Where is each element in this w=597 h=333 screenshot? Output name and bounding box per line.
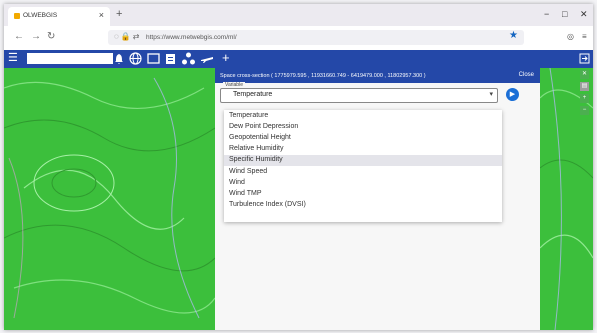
zoom-in-icon[interactable]: +	[580, 94, 589, 103]
logout-icon[interactable]	[579, 53, 590, 64]
app-toolbar: ☰ +	[4, 50, 593, 68]
map-close-icon[interactable]: ✕	[580, 70, 589, 79]
plus-icon[interactable]: +	[222, 50, 230, 65]
navigation-bar: ← → ↻ ◌🔒⇄ https://www.metwebgis.com/ml/ …	[4, 26, 593, 51]
variable-select-value: Temperature	[233, 91, 273, 98]
dropdown-option[interactable]: Wind TMP	[224, 188, 502, 199]
address-bar[interactable]: ◌🔒⇄ https://www.metwebgis.com/ml/ ★	[108, 30, 524, 45]
shield-lock-icon: ◌🔒⇄	[114, 32, 142, 41]
plane-icon[interactable]	[200, 53, 214, 64]
tab-title: OLWEBGIS	[23, 12, 58, 19]
tab-bar: OLWEBGIS × + − □ ✕	[4, 4, 593, 26]
app-menu-icon[interactable]: ≡	[582, 32, 587, 41]
play-button[interactable]: ▶	[506, 88, 519, 101]
panel-header: Space cross-section ( 1775979.595 , 1193…	[215, 68, 540, 83]
browser-tab[interactable]: OLWEBGIS ×	[8, 7, 110, 26]
dropdown-option[interactable]: Geopotential Height	[224, 132, 502, 143]
folder-icon[interactable]	[147, 53, 160, 64]
dropdown-option[interactable]: Turbulence Index (DVSI)	[224, 200, 502, 211]
variable-dropdown-list: Temperature Dew Point Depression Geopote…	[224, 110, 502, 222]
variable-select-label: Variable	[223, 82, 245, 88]
dropdown-option[interactable]: Dew Point Depression	[224, 121, 502, 132]
nodes-icon[interactable]	[182, 52, 195, 65]
reload-icon[interactable]: ↻	[47, 31, 55, 42]
pocket-icon[interactable]: ◎	[567, 32, 574, 41]
address-url: https://www.metwebgis.com/ml/	[146, 34, 237, 41]
dropdown-option[interactable]: Wind	[224, 177, 502, 188]
map-layers-icon[interactable]: ▤	[580, 82, 589, 91]
search-input[interactable]	[27, 53, 113, 64]
browser-window: OLWEBGIS × + − □ ✕ ← → ↻ ◌🔒⇄ https://www…	[4, 4, 593, 330]
favicon-icon	[14, 13, 20, 19]
panel-close-button[interactable]: Close	[519, 72, 534, 78]
dropdown-option[interactable]: Relative Humidity	[224, 144, 502, 155]
dropdown-option-highlighted[interactable]: Specific Humidity	[224, 154, 502, 166]
bell-icon[interactable]	[114, 53, 124, 65]
minimize-button[interactable]: −	[544, 9, 549, 19]
zoom-out-icon[interactable]: −	[580, 106, 589, 115]
dropdown-option[interactable]: Temperature	[224, 110, 502, 121]
window-close-button[interactable]: ✕	[580, 9, 588, 20]
variable-select[interactable]: Variable Temperature ▾	[220, 82, 498, 103]
chevron-down-icon: ▾	[489, 91, 493, 98]
new-tab-button[interactable]: +	[116, 8, 122, 20]
bookmark-star-icon[interactable]: ★	[509, 30, 518, 41]
back-icon[interactable]: ←	[14, 31, 24, 42]
panel-title: Space cross-section ( 1775979.595 , 1193…	[220, 73, 426, 79]
globe-icon[interactable]	[129, 52, 142, 65]
clipboard-icon[interactable]	[165, 52, 176, 65]
wind-map-left[interactable]	[4, 68, 215, 330]
tab-close-button[interactable]: ×	[99, 10, 104, 20]
dropdown-option[interactable]: Wind Speed	[224, 166, 502, 177]
forward-icon[interactable]: →	[31, 31, 41, 42]
maximize-button[interactable]: □	[562, 9, 567, 19]
hamburger-menu-icon[interactable]: ☰	[8, 51, 18, 64]
